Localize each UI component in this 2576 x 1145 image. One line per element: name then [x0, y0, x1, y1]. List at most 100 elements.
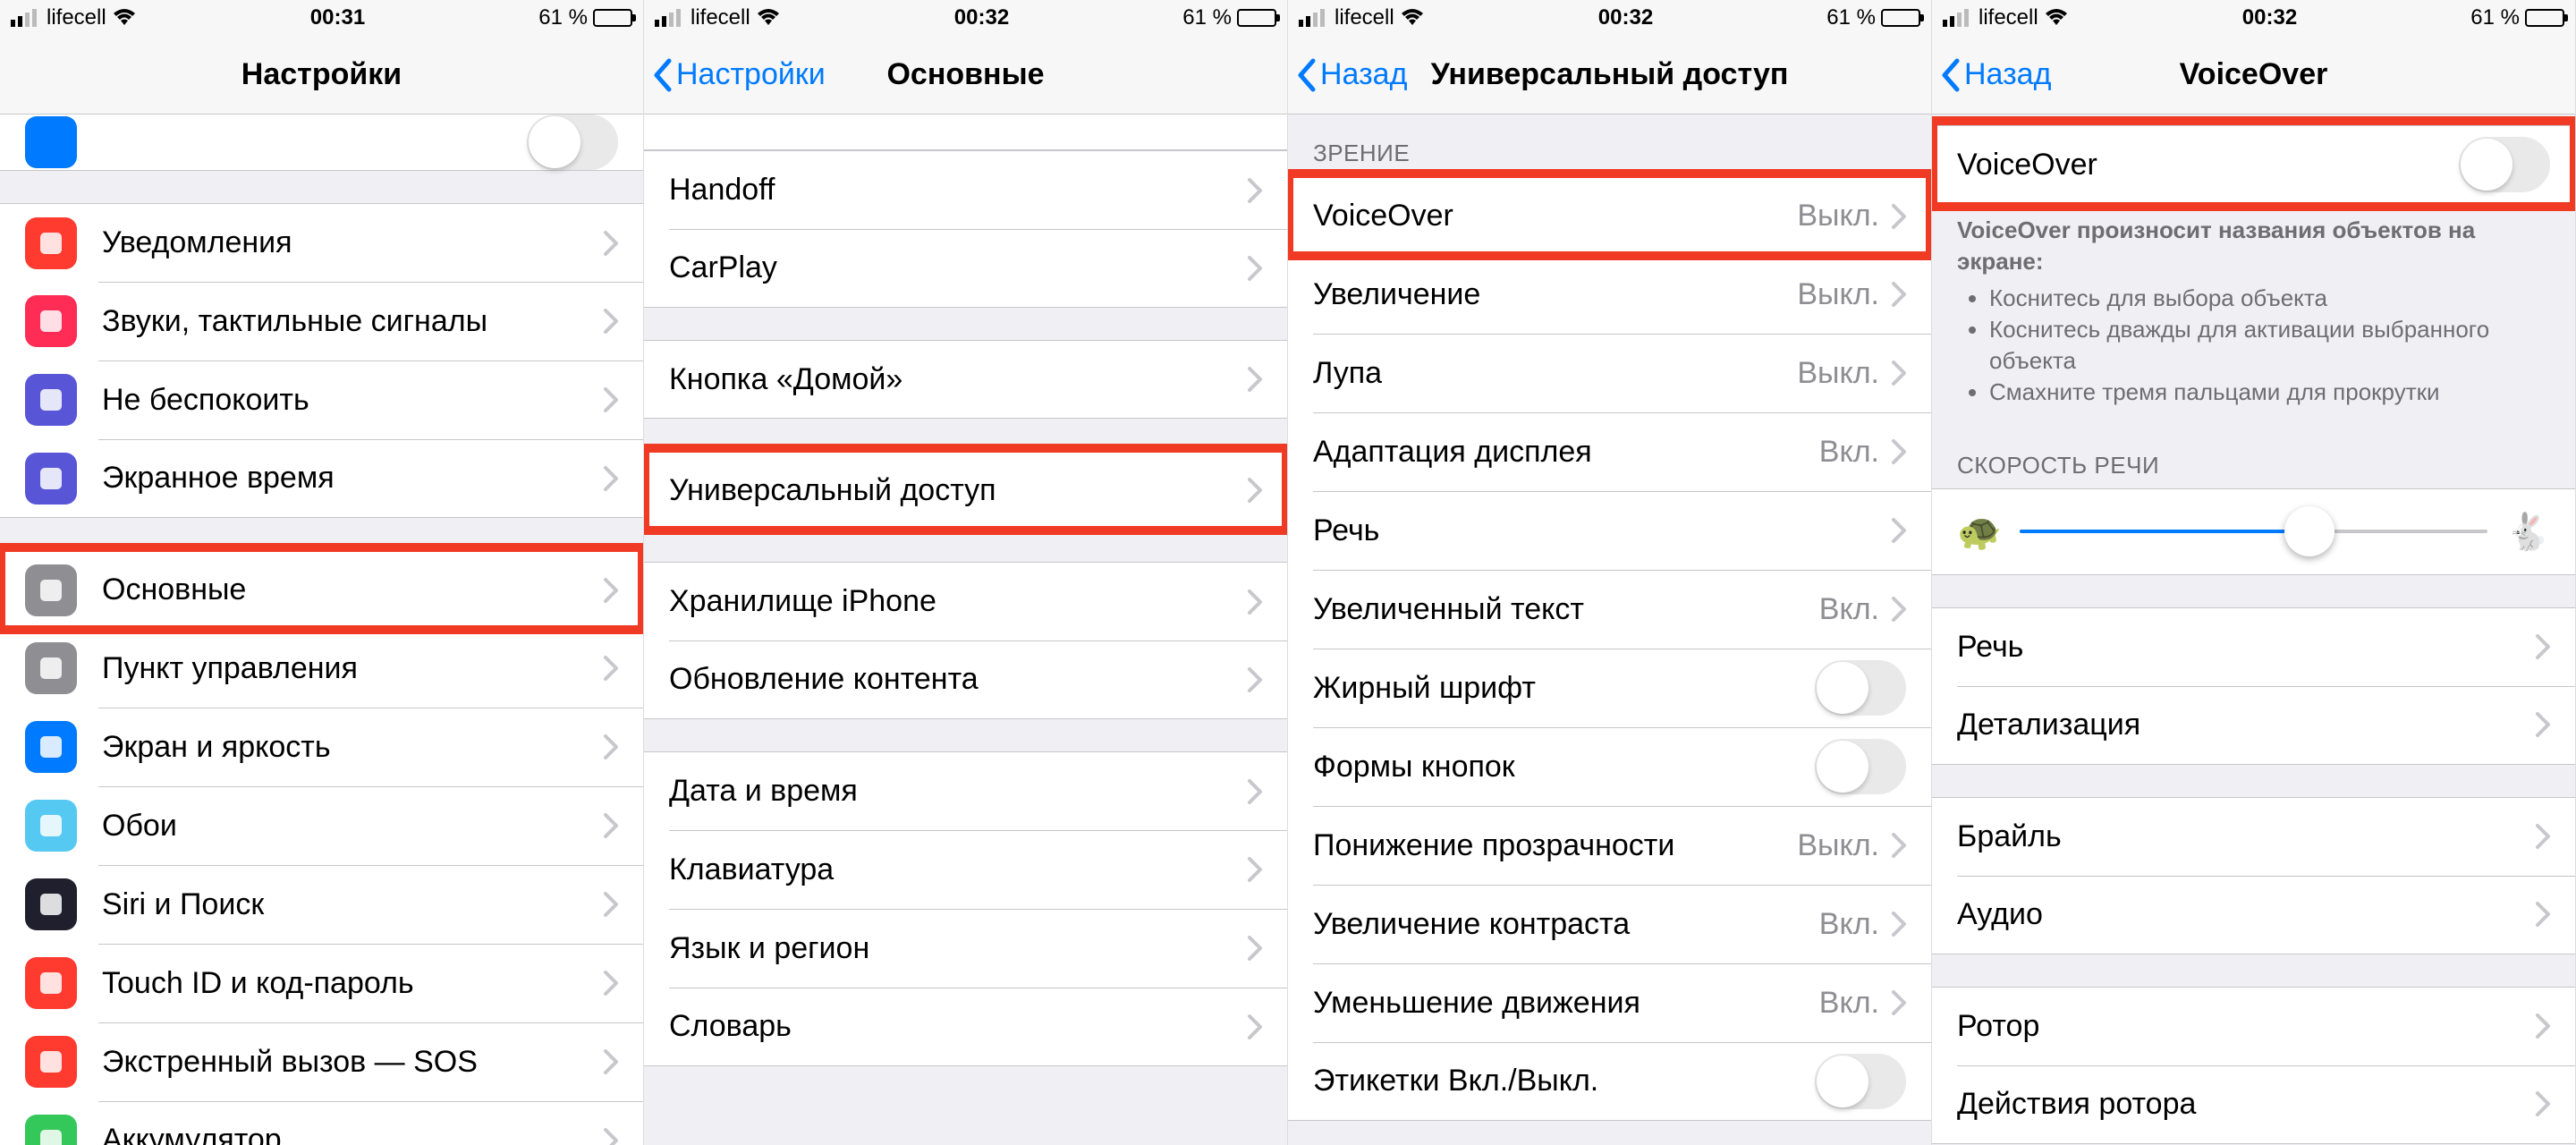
- back-button[interactable]: Назад: [1932, 57, 2051, 93]
- chevron-right-icon: [604, 813, 618, 838]
- settings-row[interactable]: Уведомления: [0, 203, 643, 282]
- row[interactable]: Брайль: [1932, 797, 2575, 876]
- chevron-right-icon: [604, 1049, 618, 1074]
- chevron-right-icon: [1892, 912, 1906, 937]
- chevron-right-icon: [604, 734, 618, 759]
- accessibility-row[interactable]: VoiceOverВыкл.: [1288, 176, 1931, 255]
- chevron-right-icon: [604, 309, 618, 334]
- accessibility-row[interactable]: Речь: [1288, 491, 1931, 570]
- row[interactable]: Ротор: [1932, 987, 2575, 1065]
- chevron-left-icon: [1295, 57, 1317, 93]
- settings-row[interactable]: Экранное время: [0, 439, 643, 518]
- row[interactable]: Хранилище iPhone: [644, 562, 1287, 640]
- row[interactable]: Универсальный доступ: [644, 451, 1287, 530]
- chevron-right-icon: [1248, 178, 1262, 203]
- settings-row[interactable]: Звуки, тактильные сигналы: [0, 282, 643, 360]
- toggle[interactable]: [1815, 660, 1906, 716]
- row-icon: [25, 374, 77, 426]
- battery-icon: [593, 9, 632, 27]
- accessibility-row[interactable]: Понижение прозрачностиВыкл.: [1288, 806, 1931, 885]
- row[interactable]: Handoff: [644, 150, 1287, 229]
- row[interactable]: Язык и регион: [644, 909, 1287, 988]
- row[interactable]: Обновление контента: [644, 640, 1287, 719]
- row[interactable]: Аудио: [1932, 876, 2575, 954]
- settings-row[interactable]: Touch ID и код-пароль: [0, 944, 643, 1022]
- back-button[interactable]: Назад: [1288, 57, 1407, 93]
- back-button[interactable]: Настройки: [644, 57, 826, 93]
- accessibility-row[interactable]: Адаптация дисплеяВкл.: [1288, 412, 1931, 491]
- row[interactable]: Действия ротора: [1932, 1065, 2575, 1144]
- voiceover-toggle[interactable]: [2459, 137, 2550, 192]
- row[interactable]: Клавиатура: [644, 830, 1287, 909]
- signal-icon: [655, 9, 685, 27]
- screen-general: lifecell 00:32 61 % Настройки Основные H…: [644, 0, 1288, 1145]
- clock: 00:31: [310, 5, 365, 30]
- chevron-right-icon: [1892, 597, 1906, 622]
- row[interactable]: Кнопка «Домой»: [644, 340, 1287, 419]
- chevron-right-icon: [2536, 712, 2550, 737]
- settings-row[interactable]: Не беспокоить: [0, 360, 643, 439]
- chevron-right-icon: [2536, 634, 2550, 659]
- row[interactable]: CarPlay: [644, 229, 1287, 308]
- toggle[interactable]: [1815, 1054, 1906, 1109]
- wifi-icon: [2044, 9, 2069, 27]
- chevron-right-icon: [1248, 779, 1262, 804]
- row-icon: [25, 217, 77, 269]
- chevron-right-icon: [1248, 667, 1262, 692]
- settings-row[interactable]: Пункт управления: [0, 629, 643, 708]
- vpn-row[interactable]: [0, 114, 643, 171]
- row-icon: [25, 957, 77, 1009]
- chevron-right-icon: [604, 892, 618, 917]
- settings-row[interactable]: Siri и Поиск: [0, 865, 643, 944]
- chevron-right-icon: [1248, 857, 1262, 882]
- chevron-right-icon: [2536, 1091, 2550, 1116]
- settings-row[interactable]: Экран и яркость: [0, 708, 643, 786]
- vpn-icon: [25, 116, 77, 168]
- row-icon: [25, 1036, 77, 1088]
- chevron-right-icon: [1892, 518, 1906, 543]
- accessibility-row[interactable]: Увеличенный текстВкл.: [1288, 570, 1931, 649]
- chevron-right-icon: [604, 1128, 618, 1145]
- chevron-right-icon: [1248, 478, 1262, 503]
- accessibility-row[interactable]: Увеличение контрастаВкл.: [1288, 885, 1931, 963]
- battery-icon: [2525, 9, 2564, 27]
- row[interactable]: Дата и время: [644, 751, 1287, 830]
- chevron-right-icon: [1892, 990, 1906, 1015]
- accessibility-row[interactable]: УвеличениеВыкл.: [1288, 255, 1931, 334]
- chevron-right-icon: [2536, 824, 2550, 849]
- accessibility-row[interactable]: Жирный шрифт: [1288, 649, 1931, 727]
- chevron-right-icon: [1892, 282, 1906, 307]
- status-bar: lifecell 00:31 61 %: [0, 0, 643, 36]
- battery-pct: 61 %: [538, 5, 588, 30]
- nav-bar: Настройки: [0, 36, 643, 114]
- chevron-right-icon: [604, 387, 618, 412]
- wifi-icon: [1400, 9, 1425, 27]
- chevron-right-icon: [2536, 1014, 2550, 1039]
- screen-voiceover: lifecell 00:32 61 % Назад VoiceOver Voic…: [1932, 0, 2576, 1145]
- row[interactable]: Словарь: [644, 988, 1287, 1066]
- settings-row[interactable]: Аккумулятор: [0, 1101, 643, 1145]
- screen-accessibility: lifecell 00:32 61 % Назад Универсальный …: [1288, 0, 1932, 1145]
- row[interactable]: Речь: [1932, 607, 2575, 686]
- row-icon: [25, 642, 77, 694]
- accessibility-row[interactable]: Уменьшение движенияВкл.: [1288, 963, 1931, 1042]
- chevron-right-icon: [1892, 360, 1906, 386]
- settings-row[interactable]: Основные: [0, 550, 643, 629]
- speed-slider[interactable]: [2020, 530, 2487, 533]
- battery-icon: [1237, 9, 1276, 27]
- accessibility-row[interactable]: Этикетки Вкл./Выкл.: [1288, 1042, 1931, 1121]
- chevron-right-icon: [604, 971, 618, 996]
- settings-row[interactable]: Обои: [0, 786, 643, 865]
- accessibility-row[interactable]: ЛупаВыкл.: [1288, 334, 1931, 412]
- row[interactable]: Детализация: [1932, 686, 2575, 765]
- chevron-right-icon: [1892, 833, 1906, 858]
- vpn-toggle[interactable]: [527, 114, 618, 170]
- chevron-left-icon: [1939, 57, 1961, 93]
- signal-icon: [11, 9, 41, 27]
- row-icon: [25, 878, 77, 930]
- voiceover-toggle-row[interactable]: VoiceOver: [1932, 125, 2575, 204]
- settings-row[interactable]: Экстренный вызов — SOS: [0, 1022, 643, 1101]
- chevron-right-icon: [1892, 439, 1906, 464]
- toggle[interactable]: [1815, 739, 1906, 794]
- accessibility-row[interactable]: Формы кнопок: [1288, 727, 1931, 806]
